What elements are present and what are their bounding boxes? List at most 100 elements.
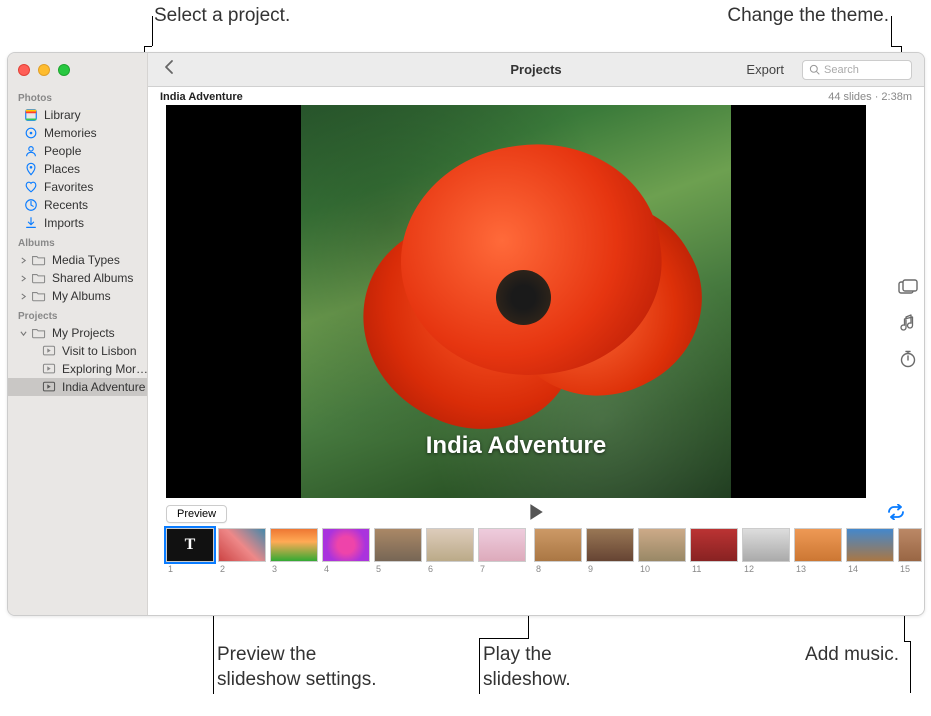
sidebar-item-favorites[interactable]: Favorites — [8, 178, 147, 196]
thumb-8[interactable] — [534, 528, 582, 562]
sidebar-item-shared-albums[interactable]: Shared Albums — [8, 269, 147, 287]
clock-icon — [24, 198, 38, 212]
folder-icon — [32, 271, 46, 285]
thumb-9[interactable] — [586, 528, 634, 562]
thumb-13[interactable] — [794, 528, 842, 562]
callout-select-project: Select a project. — [154, 4, 290, 29]
thumb-12[interactable] — [742, 528, 790, 562]
loop-icon — [886, 504, 906, 520]
search-placeholder: Search — [824, 64, 859, 76]
playback-controls: Preview — [148, 498, 924, 528]
thumb-number: 2 — [218, 564, 225, 574]
theme-icon — [898, 279, 918, 295]
chevron-left-icon — [164, 59, 174, 75]
back-button[interactable] — [164, 59, 174, 80]
sidebar-item-my-projects[interactable]: My Projects — [8, 324, 147, 342]
heart-icon — [24, 180, 38, 194]
side-tools — [898, 277, 918, 369]
chevron-right-icon — [20, 257, 28, 264]
library-icon — [24, 108, 38, 122]
sidebar-project-visit-lisbon[interactable]: Visit to Lisbon — [8, 342, 147, 360]
sidebar-project-exploring-mor[interactable]: Exploring Mor… — [8, 360, 147, 378]
sidebar-item-label: Exploring Mor… — [62, 362, 148, 376]
sidebar-item-label: My Albums — [52, 289, 111, 303]
callout-line — [891, 16, 892, 46]
thumb-11[interactable] — [690, 528, 738, 562]
sidebar-item-label: People — [44, 144, 81, 158]
callout-line — [910, 641, 911, 693]
thumb-number: 3 — [270, 564, 277, 574]
callout-play: Play the slideshow. — [483, 643, 571, 692]
thumb-number: 12 — [742, 564, 754, 574]
thumb-3[interactable] — [270, 528, 318, 562]
thumb-number: 5 — [374, 564, 381, 574]
theme-button[interactable] — [898, 277, 918, 297]
sidebar-item-label: My Projects — [52, 326, 115, 340]
sidebar-section-albums: Albums — [8, 232, 147, 251]
sidebar-item-label: Memories — [44, 126, 97, 140]
thumb-2[interactable] — [218, 528, 266, 562]
thumb-number: 4 — [322, 564, 329, 574]
sidebar-item-places[interactable]: Places — [8, 160, 147, 178]
sidebar-item-label: Imports — [44, 216, 84, 230]
sidebar-item-label: India Adventure — [62, 380, 145, 394]
toolbar-title: Projects — [510, 62, 561, 77]
callout-line — [479, 638, 480, 694]
slideshow-icon — [42, 380, 56, 394]
stopwatch-icon — [899, 350, 917, 368]
photos-window: Projects Export Search Photos Library Me… — [7, 52, 925, 616]
thumb-6[interactable] — [426, 528, 474, 562]
callout-line — [479, 638, 529, 639]
zoom-window-button[interactable] — [58, 64, 70, 76]
sidebar-item-label: Places — [44, 162, 80, 176]
sidebar-item-my-albums[interactable]: My Albums — [8, 287, 147, 305]
thumb-number: 13 — [794, 564, 806, 574]
preview-button[interactable]: Preview — [166, 505, 227, 523]
sidebar-section-photos: Photos — [8, 87, 147, 106]
sidebar-item-label: Visit to Lisbon — [62, 344, 137, 358]
sidebar-item-label: Media Types — [52, 253, 120, 267]
thumb-10[interactable] — [638, 528, 686, 562]
duration-button[interactable] — [898, 349, 918, 369]
thumb-5[interactable] — [374, 528, 422, 562]
slideshow-icon — [42, 362, 56, 376]
sidebar-item-people[interactable]: People — [8, 142, 147, 160]
sidebar-item-recents[interactable]: Recents — [8, 196, 147, 214]
sidebar-item-label: Favorites — [44, 180, 93, 194]
folder-icon — [32, 289, 46, 303]
sidebar-item-imports[interactable]: Imports — [8, 214, 147, 232]
sidebar-item-label: Shared Albums — [52, 271, 133, 285]
thumb-number: 9 — [586, 564, 593, 574]
thumb-7[interactable] — [478, 528, 526, 562]
slideshow-stage[interactable]: India Adventure — [166, 105, 866, 498]
sidebar-item-label: Library — [44, 108, 81, 122]
sidebar-item-memories[interactable]: Memories — [8, 124, 147, 142]
thumb-15[interactable] — [898, 528, 922, 562]
thumb-1[interactable]: T — [166, 528, 214, 562]
callout-preview: Preview the slideshow settings. — [217, 643, 376, 692]
thumb-number: 7 — [478, 564, 485, 574]
play-button[interactable] — [528, 503, 544, 526]
sidebar-item-media-types[interactable]: Media Types — [8, 251, 147, 269]
search-icon — [809, 64, 820, 75]
minimize-window-button[interactable] — [38, 64, 50, 76]
sidebar-project-india-adventure[interactable]: India Adventure — [8, 378, 147, 396]
export-button[interactable]: Export — [738, 60, 792, 79]
callout-change-theme: Change the theme. — [727, 4, 889, 29]
thumb-14[interactable] — [846, 528, 894, 562]
loop-button[interactable] — [886, 504, 906, 525]
thumb-4[interactable] — [322, 528, 370, 562]
project-header: India Adventure 44 slides · 2:38m — [148, 87, 924, 105]
memories-icon — [24, 126, 38, 140]
sidebar-item-library[interactable]: Library — [8, 106, 147, 124]
download-icon — [24, 216, 38, 230]
slide-title-overlay: India Adventure — [166, 432, 866, 460]
play-icon — [528, 503, 544, 521]
project-title: India Adventure — [160, 91, 243, 103]
search-input[interactable]: Search — [802, 60, 912, 80]
close-window-button[interactable] — [18, 64, 30, 76]
sidebar: Photos Library Memories People Places Fa… — [8, 53, 148, 615]
music-button[interactable] — [898, 313, 918, 333]
callout-line — [144, 46, 152, 47]
filmstrip[interactable]: T1 2 3 4 5 6 7 8 9 10 11 12 13 14 15 — [148, 528, 924, 580]
